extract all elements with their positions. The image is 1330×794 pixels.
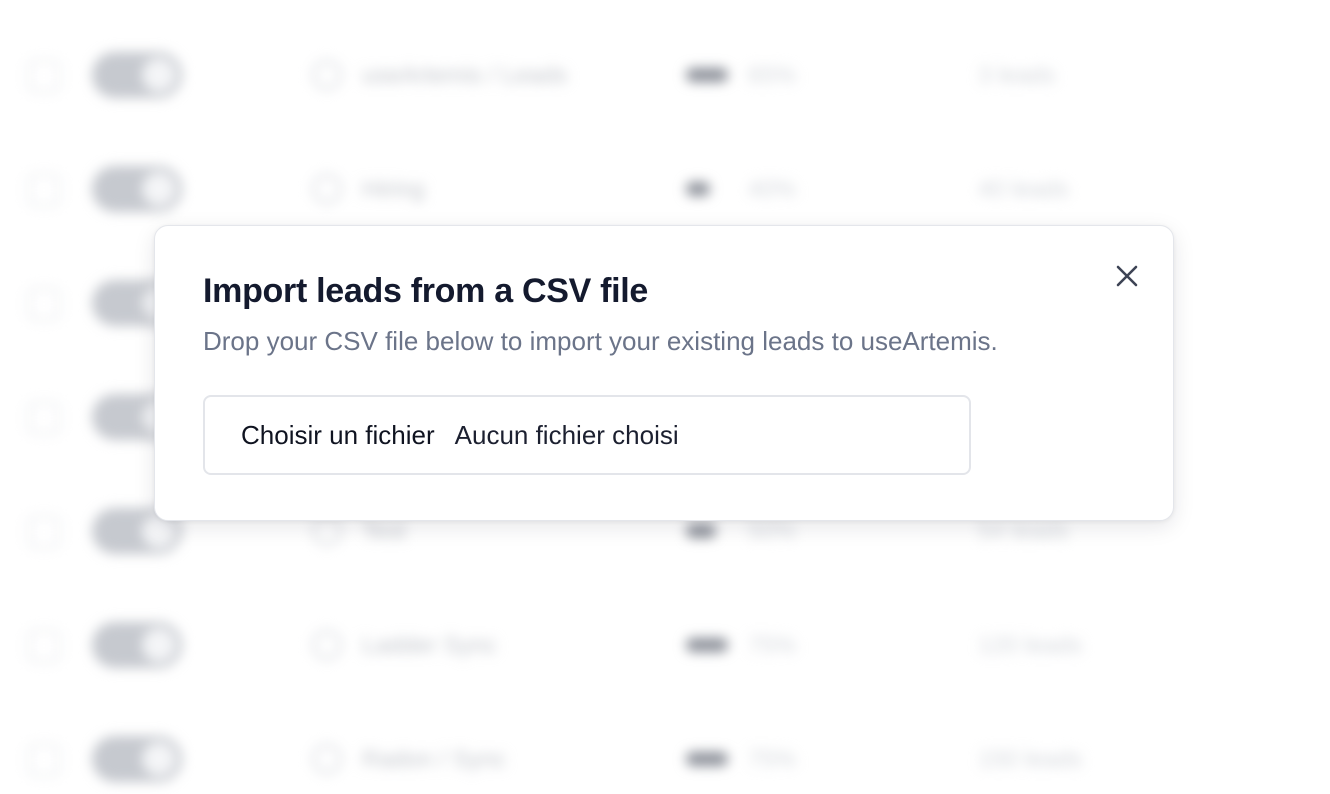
row-name: Radon / Sync xyxy=(362,746,507,773)
row-checkbox xyxy=(28,744,60,776)
dialog-title: Import leads from a CSV file xyxy=(203,272,649,310)
row-count: 40 leads xyxy=(978,176,1069,203)
close-button[interactable] xyxy=(1111,260,1143,292)
row-toggle xyxy=(92,622,182,668)
row-count: 120 leads xyxy=(978,632,1083,659)
csv-file-input[interactable]: Choisir un fichier Aucun fichier choisi xyxy=(203,395,971,475)
row-name: Ladder Sync xyxy=(362,632,497,659)
list-item: Radon / Sync 75% 150 leads xyxy=(0,684,1330,794)
page: useArtemis / Leads 65% 3 leads Hiring 40… xyxy=(0,0,1330,794)
dialog-description: Drop your CSV file below to import your … xyxy=(203,326,998,356)
row-count: 3 leads xyxy=(978,62,1056,89)
row-percent: 50% xyxy=(748,518,797,545)
row-toggle xyxy=(92,166,182,212)
file-status-text: Aucun fichier choisi xyxy=(454,419,679,450)
row-pill xyxy=(686,524,716,538)
list-item: Hiring 40% 40 leads xyxy=(0,114,1330,228)
close-icon xyxy=(1116,265,1138,287)
row-percent: 75% xyxy=(748,632,797,659)
list-icon xyxy=(312,174,342,204)
list-item: Ladder Sync 75% 120 leads xyxy=(0,570,1330,684)
row-pill xyxy=(686,752,728,766)
choose-file-button[interactable]: Choisir un fichier xyxy=(241,420,435,451)
row-checkbox xyxy=(28,402,60,434)
row-pill xyxy=(686,68,728,82)
row-pill xyxy=(686,638,728,652)
row-toggle xyxy=(92,736,182,782)
row-checkbox xyxy=(28,174,60,206)
list-icon xyxy=(312,60,342,90)
list-item: useArtemis / Leads 65% 3 leads xyxy=(0,0,1330,114)
import-csv-dialog: Import leads from a CSV file Drop your C… xyxy=(154,225,1174,521)
row-name: Hiring xyxy=(362,176,425,203)
row-percent: 75% xyxy=(748,746,797,773)
row-percent: 40% xyxy=(748,176,797,203)
row-checkbox xyxy=(28,630,60,662)
list-icon xyxy=(312,630,342,660)
list-icon xyxy=(312,744,342,774)
row-checkbox xyxy=(28,60,60,92)
row-pill xyxy=(686,182,710,196)
row-toggle xyxy=(92,52,182,98)
row-name: useArtemis / Leads xyxy=(362,62,568,89)
row-checkbox xyxy=(28,288,60,320)
row-name: Test xyxy=(362,518,407,545)
row-checkbox xyxy=(28,516,60,548)
row-count: 150 leads xyxy=(978,746,1083,773)
row-percent: 65% xyxy=(748,62,797,89)
row-count: 54 leads xyxy=(978,518,1069,545)
